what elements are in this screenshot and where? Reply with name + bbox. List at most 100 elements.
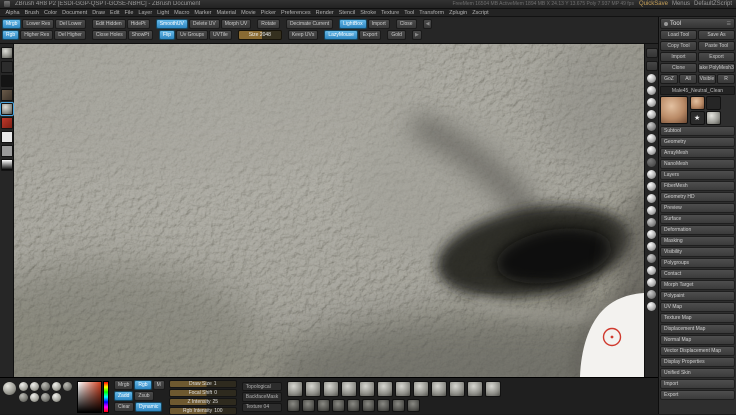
lazymouse-button[interactable]: LazyMouse: [324, 30, 358, 40]
brush-thumbnail[interactable]: [1, 47, 13, 59]
scroll-icon[interactable]: [647, 230, 656, 239]
del-higher-button[interactable]: Del Higher: [54, 30, 86, 40]
alpha-thumbnail-1[interactable]: [287, 399, 300, 412]
menu-item[interactable]: Picker: [258, 10, 278, 16]
subpalette-bar[interactable]: Surface: [660, 214, 735, 224]
subpalette-bar[interactable]: Geometry HD: [660, 192, 735, 202]
secondary-color-swatch[interactable]: [1, 145, 13, 157]
subpalette-bar[interactable]: Unified Skin: [660, 368, 735, 378]
subpalette-bar[interactable]: Normal Map: [660, 335, 735, 345]
subpalette-bar[interactable]: Display Properties: [660, 357, 735, 367]
quick-pick-4[interactable]: [52, 382, 61, 391]
quick-pick-2[interactable]: [30, 382, 39, 391]
zadd-toggle[interactable]: Zadd: [114, 391, 133, 401]
sculpt-viewport[interactable]: [14, 44, 644, 377]
local-icon[interactable]: [647, 98, 656, 107]
floor-icon[interactable]: [647, 86, 656, 95]
alpha-thumbnail-8[interactable]: [392, 399, 405, 412]
brush-thumbnail-2[interactable]: [305, 381, 321, 397]
quick-pick-5[interactable]: [63, 382, 72, 391]
default-zscript-button[interactable]: DefaultZScript: [694, 1, 732, 7]
dot-icon[interactable]: [647, 302, 656, 311]
clone-button[interactable]: Clone: [660, 63, 697, 73]
color-picker-swatch[interactable]: [1, 117, 13, 129]
gold-button[interactable]: Gold: [387, 30, 406, 40]
menu-item[interactable]: Zscript: [470, 10, 492, 16]
brush-thumbnail-1[interactable]: [287, 381, 303, 397]
brush-toggle[interactable]: BackfaceMask: [242, 392, 283, 401]
rgb-toggle[interactable]: Rgb: [134, 380, 151, 390]
uv-map-size-slider[interactable]: Size 2048: [238, 30, 282, 40]
menu-item[interactable]: Tool: [402, 10, 417, 16]
tool-export-button[interactable]: Export: [698, 52, 735, 62]
subpalette-bar[interactable]: Geometry: [660, 137, 735, 147]
sculpt-canvas[interactable]: [14, 44, 644, 377]
quick-pick-6[interactable]: [19, 393, 28, 402]
mrgb-toggle[interactable]: Mrgb: [114, 380, 133, 390]
knob-icon[interactable]: [647, 290, 656, 299]
uv-groups-button[interactable]: Uv Groups: [176, 30, 208, 40]
subpalette-bar[interactable]: NanoMesh: [660, 159, 735, 169]
menu-item[interactable]: Macro: [172, 10, 192, 16]
z-intensity-slider[interactable]: Z Intensity 25: [169, 398, 237, 406]
alpha-thumbnail-2[interactable]: [302, 399, 315, 412]
render-mode-icon[interactable]: [646, 61, 658, 71]
subpalette-bar[interactable]: Layers: [660, 170, 735, 180]
menu-item[interactable]: Draw: [90, 10, 108, 16]
stroke-thumbnail[interactable]: [1, 61, 13, 73]
menu-item[interactable]: Texture: [379, 10, 402, 16]
focal-shift-slider[interactable]: Focal Shift 0: [169, 389, 237, 397]
menu-item[interactable]: Brush: [22, 10, 41, 16]
subpalette-bar[interactable]: Subtool: [660, 126, 735, 136]
quick-pick-7[interactable]: [30, 393, 39, 402]
persp-icon[interactable]: [647, 74, 656, 83]
menu-item[interactable]: Color: [41, 10, 59, 16]
menu-item[interactable]: Transform: [417, 10, 447, 16]
zoom-3d-icon[interactable]: [647, 266, 656, 275]
delete-uv-button[interactable]: Delete UV: [189, 19, 220, 29]
higher-res-button[interactable]: Higher Res: [20, 30, 53, 40]
rotate-uv-button[interactable]: Rotate: [257, 19, 280, 29]
alpha-thumbnail-4[interactable]: [332, 399, 345, 412]
paste-tool-button[interactable]: Paste Tool: [698, 41, 735, 51]
alpha-thumbnail-7[interactable]: [377, 399, 390, 412]
lower-res-button[interactable]: Lower Res: [22, 19, 54, 29]
brush-thumbnail-5[interactable]: [359, 381, 375, 397]
brush-thumbnail-6[interactable]: [377, 381, 393, 397]
quick-pick-1[interactable]: [19, 382, 28, 391]
scale-icon[interactable]: [647, 194, 656, 203]
brush-thumbnail-7[interactable]: [395, 381, 411, 397]
draw-size-slider[interactable]: Draw Size 1: [169, 380, 237, 388]
subpalette-bar[interactable]: Texture Map: [660, 313, 735, 323]
uvtile-button[interactable]: UVTile: [209, 30, 232, 40]
brush-thumbnail-10[interactable]: [449, 381, 465, 397]
save-as-button[interactable]: Save As: [698, 30, 735, 40]
menu-item[interactable]: Movie: [239, 10, 259, 16]
brush-thumbnail-8[interactable]: [413, 381, 429, 397]
menu-item[interactable]: Alpha: [3, 10, 22, 16]
menu-item[interactable]: Edit: [108, 10, 122, 16]
lsym-icon[interactable]: [647, 110, 656, 119]
showpt-button[interactable]: ShowPt: [128, 30, 153, 40]
keep-uvs-button[interactable]: Keep UVs: [288, 30, 319, 40]
morph-uv-button[interactable]: Morph UV: [221, 19, 252, 29]
subpalette-bar[interactable]: Preview: [660, 203, 735, 213]
brush-thumbnail-12[interactable]: [485, 381, 501, 397]
xpose-icon[interactable]: [647, 146, 656, 155]
subpalette-bar[interactable]: Deformation: [660, 225, 735, 235]
make-polymesh3d-button[interactable]: Make PolyMesh3D: [698, 63, 735, 73]
rgb-button[interactable]: Rgb: [2, 30, 19, 40]
load-tool-button[interactable]: Load Tool: [660, 30, 697, 40]
tool-palette-header[interactable]: Tool ☰: [660, 18, 735, 29]
frame-icon[interactable]: [647, 170, 656, 179]
subpalette-bar[interactable]: Visibility: [660, 247, 735, 257]
solo-icon[interactable]: [647, 158, 656, 167]
bpr-button[interactable]: [646, 48, 658, 58]
actual-size-icon[interactable]: [647, 242, 656, 251]
mrgb-button[interactable]: Mrgb: [2, 19, 21, 29]
menu-item[interactable]: Marker: [192, 10, 214, 16]
tool-import-button[interactable]: Import: [660, 52, 697, 62]
zoom-icon[interactable]: [647, 218, 656, 227]
quick-pick-3[interactable]: [41, 382, 50, 391]
move-icon[interactable]: [647, 182, 656, 191]
